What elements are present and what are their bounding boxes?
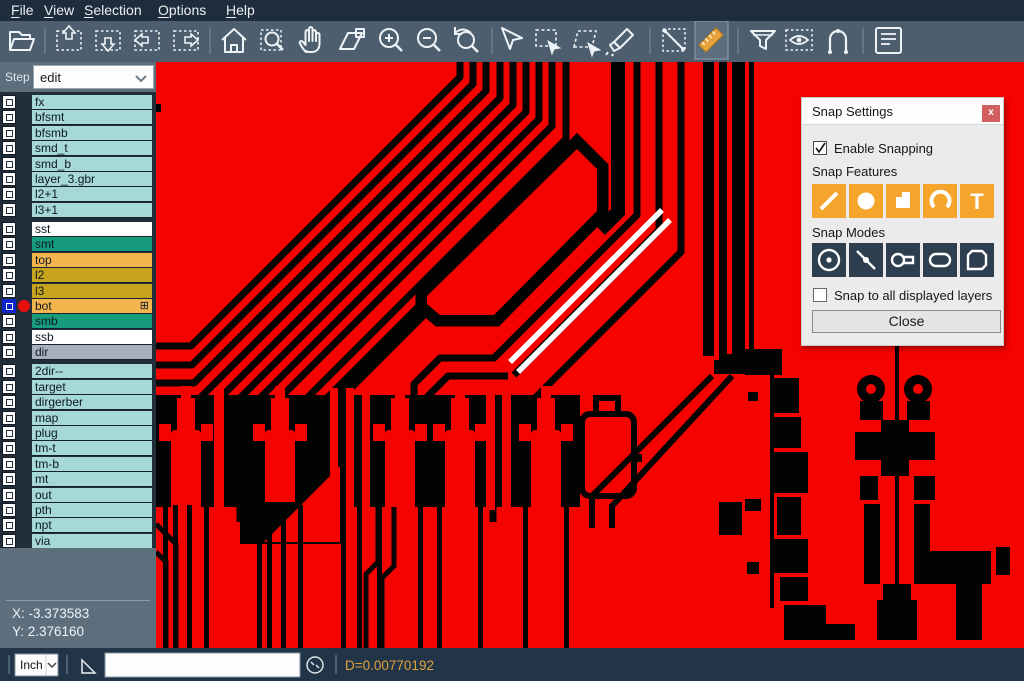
svg-text:Inch: Inch xyxy=(20,658,43,672)
svg-text:D=0.00770192: D=0.00770192 xyxy=(345,658,434,673)
svg-text:T: T xyxy=(970,189,984,214)
